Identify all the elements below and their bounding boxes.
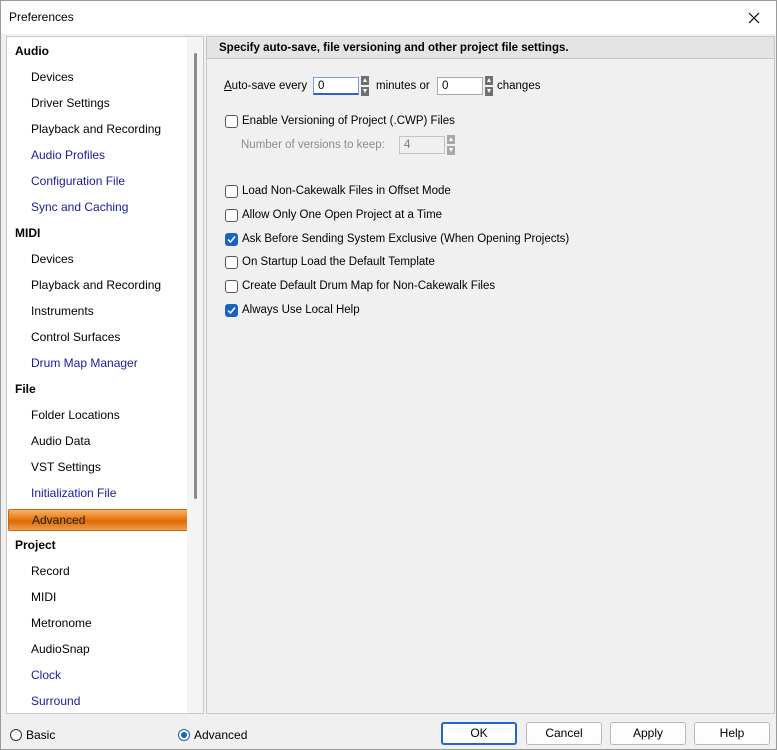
cancel-button[interactable]: Cancel	[526, 722, 602, 745]
autosave-changes-spinner[interactable]	[485, 76, 493, 96]
autosave-minutes-input[interactable]: 0	[313, 77, 359, 95]
advanced-mode-label: Advanced	[194, 728, 248, 742]
sidebar-scroll-thumb[interactable]	[194, 53, 197, 499]
advanced-mode-radio[interactable]	[178, 729, 190, 741]
tree-item-midi-devices[interactable]: Devices	[7, 248, 203, 270]
autosave-label-rest: uto-save every	[231, 80, 308, 92]
tree-item-file-vst-settings[interactable]: VST Settings	[7, 456, 203, 478]
tree-item-midi-drum-map-manager[interactable]: Drum Map Manager	[7, 352, 203, 374]
spin-up-icon[interactable]	[361, 76, 369, 85]
settings-panel: Specify auto-save, file versioning and o…	[206, 36, 775, 714]
option-row-on-startup-load-the-default-template[interactable]: On Startup Load the Default Template	[225, 254, 435, 270]
changes-label: changes	[497, 80, 541, 92]
tree-item-project-record[interactable]: Record	[7, 560, 203, 582]
tree-group-file[interactable]: File	[7, 378, 193, 400]
ok-button[interactable]: OK	[441, 722, 517, 745]
spin-up-icon[interactable]	[447, 135, 455, 144]
option-row-load-non-cakewalk-files-in-offset-mode[interactable]: Load Non-Cakewalk Files in Offset Mode	[225, 183, 451, 199]
versioning-checkbox-row[interactable]: Enable Versioning of Project (.CWP) File…	[225, 113, 455, 129]
tree-item-project-surround[interactable]: Surround	[7, 690, 203, 712]
option-checkbox[interactable]	[225, 255, 238, 269]
window-title: Preferences	[9, 10, 74, 24]
tree-item-file-folder-locations[interactable]: Folder Locations	[7, 404, 203, 426]
option-checkbox[interactable]	[225, 232, 238, 246]
tree-item-midi-control-surfaces[interactable]: Control Surfaces	[7, 326, 203, 348]
tree-item-file-advanced[interactable]: Advanced	[8, 509, 203, 531]
autosave-minutes-spinner[interactable]	[361, 76, 369, 96]
close-button[interactable]	[732, 1, 776, 34]
apply-button[interactable]: Apply	[610, 722, 686, 745]
option-checkbox[interactable]	[225, 208, 238, 222]
checkmark-icon	[227, 306, 236, 314]
tree-item-project-audiosnap[interactable]: AudioSnap	[7, 638, 203, 660]
tree-item-project-metronome[interactable]: Metronome	[7, 612, 203, 634]
tree-item-midi-playback-and-recording[interactable]: Playback and Recording	[7, 274, 203, 296]
versions-to-keep-input[interactable]: 4	[399, 136, 445, 154]
spin-up-icon[interactable]	[485, 76, 493, 85]
spin-down-icon[interactable]	[447, 146, 455, 155]
tree-item-file-initialization-file[interactable]: Initialization File	[7, 482, 203, 504]
minutes-label: minutes or	[376, 80, 430, 92]
spin-down-icon[interactable]	[361, 87, 369, 96]
basic-mode-radio-row[interactable]: Basic	[10, 727, 55, 743]
tree-item-audio-sync-and-caching[interactable]: Sync and Caching	[7, 196, 203, 218]
autosave-changes-input[interactable]: 0	[437, 77, 483, 95]
option-label: On Startup Load the Default Template	[242, 256, 435, 268]
versions-to-keep-label: Number of versions to keep:	[241, 139, 385, 151]
basic-mode-radio[interactable]	[10, 729, 22, 741]
help-button[interactable]: Help	[694, 722, 770, 745]
basic-mode-label: Basic	[26, 728, 56, 742]
sidebar-scrollbar[interactable]	[187, 37, 203, 713]
option-row-ask-before-sending-system-exclusive-when[interactable]: Ask Before Sending System Exclusive (Whe…	[225, 231, 569, 247]
tree-group-audio[interactable]: Audio	[7, 40, 193, 62]
versioning-label: Enable Versioning of Project (.CWP) File…	[242, 115, 455, 127]
option-label: Always Use Local Help	[242, 304, 360, 316]
tree-item-audio-driver-settings[interactable]: Driver Settings	[7, 92, 203, 114]
option-checkbox[interactable]	[225, 303, 238, 317]
title-bar: Preferences	[1, 1, 776, 34]
versioning-checkbox[interactable]	[225, 114, 238, 128]
tree-group-project[interactable]: Project	[7, 534, 193, 556]
spin-down-icon[interactable]	[485, 87, 493, 96]
checkmark-icon	[227, 235, 236, 243]
tree-item-file-audio-data[interactable]: Audio Data	[7, 430, 203, 452]
category-tree[interactable]: Audio Devices Driver Settings Playback and …	[6, 36, 204, 714]
autosave-label: Auto-save every	[224, 80, 307, 92]
versions-to-keep-spinner[interactable]	[447, 135, 455, 155]
tree-item-midi-instruments[interactable]: Instruments	[7, 300, 203, 322]
preferences-dialog: Preferences Audio Devices Driver Settings P…	[0, 0, 777, 750]
tree-group-midi[interactable]: MIDI	[7, 222, 193, 244]
tree-item-audio-configuration-file[interactable]: Configuration File	[7, 170, 203, 192]
option-row-always-use-local-help[interactable]: Always Use Local Help	[225, 302, 360, 318]
option-label: Ask Before Sending System Exclusive (Whe…	[242, 233, 570, 245]
option-checkbox[interactable]	[225, 279, 238, 293]
option-label: Load Non-Cakewalk Files in Offset Mode	[242, 185, 451, 197]
option-row-allow-only-one-open-project-at-a-time[interactable]: Allow Only One Open Project at a Time	[225, 207, 442, 223]
option-row-create-default-drum-map-for-non-cakewalk[interactable]: Create Default Drum Map for Non-Cakewalk…	[225, 278, 495, 294]
panel-header: Specify auto-save, file versioning and o…	[207, 37, 774, 59]
tree-item-audio-audio-profiles[interactable]: Audio Profiles	[7, 144, 203, 166]
tree-item-audio-devices[interactable]: Devices	[7, 66, 203, 88]
tree-item-project-clock[interactable]: Clock	[7, 664, 203, 686]
option-label: Allow Only One Open Project at a Time	[242, 209, 443, 221]
advanced-mode-radio-row[interactable]: Advanced	[178, 727, 247, 743]
autosave-label-accel: A	[224, 80, 232, 92]
tree-item-audio-playback-and-recording[interactable]: Playback and Recording	[7, 118, 203, 140]
close-icon[interactable]	[748, 12, 760, 24]
option-checkbox[interactable]	[225, 184, 238, 198]
tree-item-project-midi[interactable]: MIDI	[7, 586, 203, 608]
option-label: Create Default Drum Map for Non-Cakewalk…	[242, 280, 496, 292]
